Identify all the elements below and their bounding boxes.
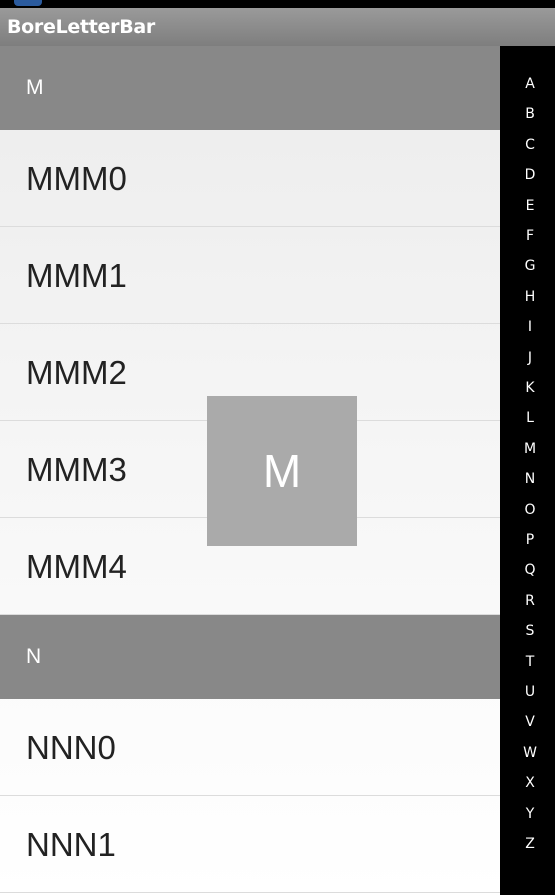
letter-index-p[interactable]: P [500,530,555,550]
letter-index-y[interactable]: Y [500,804,555,824]
letter-index-w[interactable]: W [500,743,555,763]
letter-index-b[interactable]: B [500,104,555,124]
letter-index-bar[interactable]: A B C D E F G H I J K L M N O P Q R S T … [500,46,555,895]
status-bar [0,0,555,8]
letter-index-e[interactable]: E [500,196,555,216]
letter-index-r[interactable]: R [500,591,555,611]
letter-index-d[interactable]: D [500,165,555,185]
letter-index-z[interactable]: Z [500,834,555,854]
list-item[interactable]: MMM0 [0,130,500,227]
letter-index-u[interactable]: U [500,682,555,702]
letter-index-c[interactable]: C [500,135,555,155]
letter-index-o[interactable]: O [500,500,555,520]
letter-index-k[interactable]: K [500,378,555,398]
letter-index-n[interactable]: N [500,469,555,489]
letter-index-j[interactable]: J [500,348,555,368]
letter-index-q[interactable]: Q [500,560,555,580]
letter-index-h[interactable]: H [500,287,555,307]
letter-index-m[interactable]: M [500,439,555,459]
list-item[interactable]: NNN0 [0,699,500,796]
list-item[interactable]: NNN1 [0,796,500,893]
selected-letter-overlay: M [207,396,357,546]
letter-index-s[interactable]: S [500,621,555,641]
letter-index-g[interactable]: G [500,256,555,276]
app-title: BoreLetterBar [7,16,155,38]
letter-index-x[interactable]: X [500,773,555,793]
section-header-n: N [0,615,500,699]
letter-index-t[interactable]: T [500,652,555,672]
letter-index-v[interactable]: V [500,712,555,732]
action-bar: BoreLetterBar [0,8,555,46]
letter-index-l[interactable]: L [500,408,555,428]
letter-index-i[interactable]: I [500,317,555,337]
section-header-m: M [0,46,500,130]
letter-index-f[interactable]: F [500,226,555,246]
notification-icon [14,0,42,6]
list-item[interactable]: MMM1 [0,227,500,324]
letter-index-a[interactable]: A [500,74,555,94]
